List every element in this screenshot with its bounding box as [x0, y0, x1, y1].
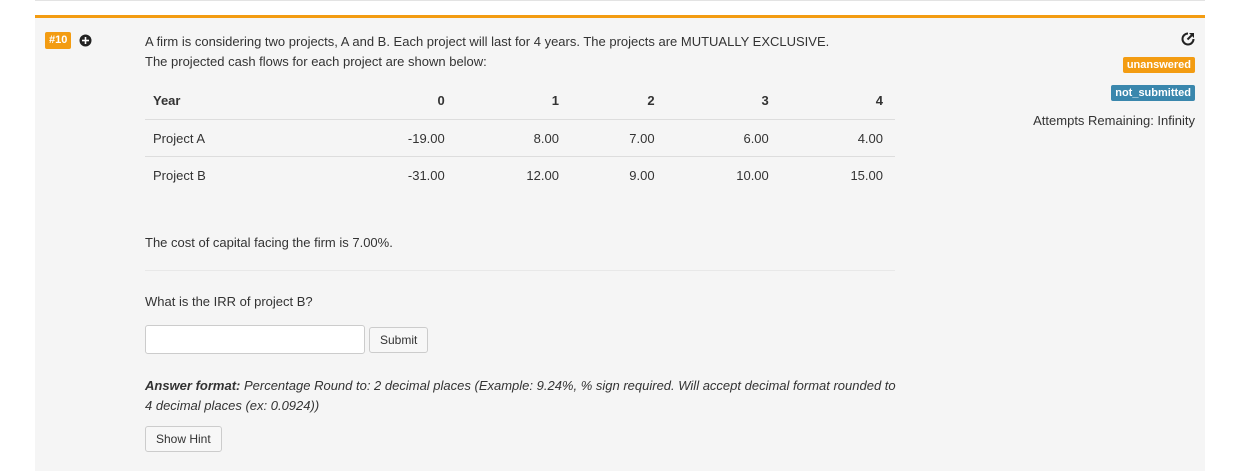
table-header-cell: 3: [666, 82, 781, 120]
table-header-row: Year 0 1 2 3 4: [145, 82, 895, 120]
table-cell: 6.00: [666, 119, 781, 157]
table-header-cell: 1: [456, 82, 571, 120]
table-header-cell: 0: [331, 82, 457, 120]
question-intro-line1: A firm is considering two projects, A an…: [145, 34, 830, 49]
table-cell: 4.00: [780, 119, 895, 157]
cash-flow-table: Year 0 1 2 3 4 Project A -19.00 8.00 7.0…: [145, 82, 895, 193]
answer-row: Submit: [145, 325, 895, 354]
attempts-remaining: Attempts Remaining: Infinity: [1033, 113, 1195, 128]
top-divider: [35, 0, 1205, 1]
not-submitted-badge: not_submitted: [1111, 85, 1195, 101]
table-cell: Project A: [145, 119, 332, 157]
answer-format-description: Percentage Round to: 2 decimal places (E…: [145, 378, 896, 413]
show-hint-button[interactable]: Show Hint: [145, 426, 222, 452]
plus-circle-icon[interactable]: [79, 34, 92, 47]
answer-format-label: Answer format:: [145, 378, 241, 393]
table-cell: 8.00: [456, 119, 571, 157]
table-cell: -31.00: [407, 167, 445, 183]
table-row: Project B -31.00 12.00 9.00 10.00 15.00: [145, 157, 895, 194]
cost-of-capital-text: The cost of capital facing the firm is 7…: [145, 235, 393, 250]
table-row: Project A -19.00 8.00 7.00 6.00 4.00: [145, 119, 895, 157]
status-column: unanswered not_submitted Attempts Remain…: [1033, 32, 1195, 128]
table-cell: Project B: [153, 167, 206, 183]
table-cell: 7.00: [570, 119, 667, 157]
question-prompt: What is the IRR of project B?: [145, 294, 313, 309]
question-content: A firm is considering two projects, A an…: [145, 32, 896, 452]
table-cell: 12.00: [526, 167, 559, 183]
question-intro: A firm is considering two projects, A an…: [145, 32, 895, 72]
unanswered-badge: unanswered: [1122, 57, 1195, 73]
table-cell: 10.00: [736, 167, 769, 183]
question-intro-line2: The projected cash flows for each projec…: [145, 54, 487, 69]
table-header-cell: 2: [570, 82, 667, 120]
answer-input[interactable]: [145, 325, 365, 354]
question-panel: #10 A firm is considering two projects, …: [35, 15, 1205, 471]
submit-button[interactable]: Submit: [369, 326, 429, 353]
question-number-badge: #10: [45, 32, 72, 49]
share-icon[interactable]: [1181, 32, 1195, 46]
table-header-cell: 4: [780, 82, 895, 120]
table-cell: -19.00: [331, 119, 457, 157]
table-cell: 9.00: [629, 167, 655, 183]
table-header-cell: Year: [145, 82, 332, 120]
table-cell: 15.00: [850, 167, 883, 183]
section-divider: [145, 270, 895, 271]
answer-format-text: Answer format: Percentage Round to: 2 de…: [145, 376, 905, 416]
